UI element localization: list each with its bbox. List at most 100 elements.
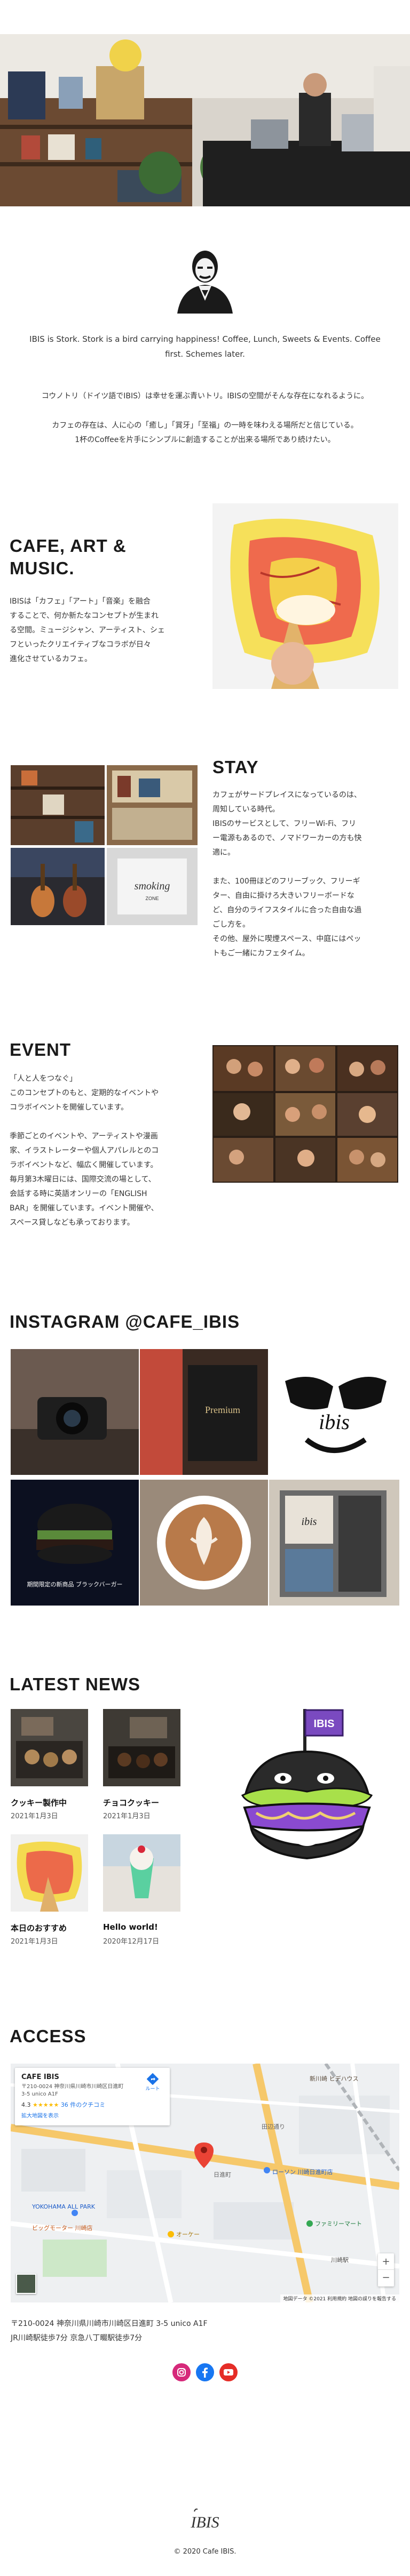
event-line: 季節ごとのイベントや、アーティストや漫画 — [10, 1132, 158, 1141]
map-label: 川崎駅 — [331, 2257, 349, 2264]
intro-english-text: IBIS is Stork. Stork is a bird carrying … — [29, 334, 381, 359]
event-line: 毎月第3木曜日には、国際交流の場として、 — [10, 1175, 156, 1184]
google-map-embed[interactable]: 新川崎 ヒデハウス 田辺通り 日進町 ローソン 川崎日進町店 YOKOHAMA … — [11, 2064, 399, 2302]
stay-line: カフェがサードプレイスになっているのは、 — [212, 791, 361, 799]
instagram-tile-6[interactable]: ibis — [269, 1480, 399, 1606]
map-place-address: 〒210-0024 神奈川県川崎市川崎区日進町 3-5 unico A1F — [21, 2084, 124, 2097]
stay-line: ど、自分のライフスタイルに合った自由な過 — [212, 906, 362, 914]
event-line: スペース貸しなども承っております。 — [10, 1218, 135, 1227]
coffee-bag-photo-icon: Premium — [140, 1349, 268, 1475]
stay-line: IBISのサービスとして、フリーWi-Fi、フリ — [212, 820, 357, 828]
directions-icon — [147, 2073, 159, 2085]
stay-line: ター、自由に掛けろ大きいフリーボードな — [212, 892, 354, 900]
ibis-logo-art-icon: ibis — [269, 1349, 399, 1475]
map-place-card: CAFE IBIS 〒210-0024 神奈川県川崎市川崎区日進町 3-5 un… — [15, 2068, 170, 2125]
news-heading: LATEST NEWS — [10, 1674, 141, 1694]
crepe-photo — [212, 503, 398, 689]
event-heading: EVENT — [10, 1040, 72, 1060]
cafe-art-line: IBISは「カフェ」「アート」「音楽」を融合 — [10, 597, 151, 606]
instagram-tile-5[interactable] — [140, 1480, 268, 1606]
event-line: 会話する時に英語オンリーの「ENGLISH — [10, 1190, 147, 1198]
intro-japanese-line-3: 1杯のCoffeeを片手にシンプルに創造することが出来る場所であり続けたい。 — [75, 436, 335, 444]
instagram-tile-4-caption: 期間限定の新商品 ブラックバーガー — [27, 1580, 123, 1588]
news-title-2[interactable]: チョコクッキー — [103, 1797, 159, 1808]
youtube-link[interactable] — [219, 2363, 238, 2381]
youtube-icon — [224, 2369, 233, 2376]
map-reviews-link[interactable]: 36 件のクチコミ — [61, 2101, 106, 2108]
burger-mascot-illustration: IBIS — [235, 1704, 379, 1874]
stay-line: トもご一緒にカフェタイム。 — [212, 949, 310, 958]
map-label: オーケー — [176, 2231, 200, 2238]
svg-text:smoking: smoking — [135, 880, 170, 892]
news-thumb-4[interactable] — [103, 1834, 180, 1912]
instagram-tile-3[interactable]: ibis — [269, 1349, 399, 1475]
facebook-icon — [202, 2368, 208, 2378]
instagram-tile-2-caption: Premium — [205, 1405, 240, 1415]
instagram-tile-1[interactable] — [11, 1349, 139, 1475]
news-thumb-3[interactable] — [11, 1834, 88, 1912]
stay-line: その他、屋外に喫煙スペース、中庭にはペッ — [212, 935, 361, 943]
access-address: 〒210-0024 神奈川県川崎市川崎区日進町 3-5 unico A1F — [11, 2320, 208, 2328]
mascot-portrait-illustration — [171, 245, 239, 314]
cafe-art-heading-line-2: MUSIC. — [10, 558, 75, 578]
stay-photo-smoking-sign: smoking ZONE — [107, 848, 198, 925]
mascot-flag-text: IBIS — [314, 1718, 335, 1730]
news-date-2: 2021年1月3日 — [103, 1812, 151, 1820]
map-directions-label: ルート — [145, 2087, 160, 2092]
event-line — [10, 1115, 202, 1129]
facebook-link[interactable] — [196, 2363, 214, 2381]
event-line: コラボイベントを開催しています。 — [10, 1103, 129, 1112]
footer-logo-text: IBIS — [190, 2514, 219, 2531]
news-date-3: 2021年1月3日 — [11, 1938, 58, 1946]
hero-cafe-photo — [0, 34, 410, 206]
black-burger-photo-icon: 期間限定の新商品 ブラックバーガー — [11, 1480, 139, 1606]
shop-window-photo-icon: ibis — [269, 1480, 399, 1606]
map-zoom-in-button[interactable]: + — [378, 2253, 394, 2270]
instagram-tile-6-caption: ibis — [302, 1516, 317, 1528]
map-label: 田辺通り — [262, 2123, 285, 2130]
access-heading: ACCESS — [10, 2026, 86, 2046]
instagram-tile-3-caption: ibis — [319, 1410, 350, 1434]
event-photo-collage — [212, 1045, 398, 1183]
news-title-1[interactable]: クッキー製作中 — [11, 1797, 67, 1808]
cafe-art-line: る空間。ミュージシャン、アーティスト、シェ — [10, 626, 165, 635]
news-date-1: 2021年1月3日 — [11, 1812, 58, 1820]
map-label: 日進町 — [214, 2171, 231, 2178]
cafe-art-line: 進化させているカフェ。 — [10, 655, 92, 663]
instagram-link[interactable] — [172, 2363, 191, 2381]
event-line: BAR」を開催しています。イベント開催や、 — [10, 1204, 159, 1213]
footer-logo[interactable]: IBIS — [184, 2506, 226, 2533]
news-title-4[interactable]: Hello world! — [103, 1922, 158, 1932]
camera-photo-icon — [11, 1349, 139, 1475]
event-line: 「人と人をつなぐ」 — [10, 1074, 77, 1083]
stay-line: また、100冊ほどのフリーブック、フリーギ — [212, 877, 360, 886]
map-satellite-toggle[interactable] — [16, 2274, 36, 2294]
map-zoom-controls: + − — [378, 2253, 394, 2286]
stay-heading: STAY — [212, 757, 259, 777]
cafe-art-heading-line-1: CAFE, ART & — [10, 536, 127, 556]
news-date-4: 2020年12月17日 — [103, 1938, 160, 1946]
map-zoom-out-button[interactable]: − — [378, 2270, 394, 2286]
instagram-tile-4[interactable]: 期間限定の新商品 ブラックバーガー — [11, 1480, 139, 1606]
map-label: 新川崎 ヒデハウス — [310, 2075, 359, 2082]
map-stars: ★★★★★ — [33, 2101, 59, 2108]
cafe-art-line: フといったクリエイティブなコラボが日々 — [10, 640, 151, 649]
access-directions: JR川崎駅徒歩7分 京急八丁畷駅徒歩7分 — [11, 2334, 143, 2342]
event-paragraph: 「人と人をつなぐ」 このコンセプトのもと、定期的なイベントや コラボイベントを開… — [10, 1072, 202, 1230]
intro-japanese-line-2: カフェの存在は、人に心の「癒し」「賞牙」「至福」の一時を味わえる場所だと信じてい… — [52, 421, 358, 430]
news-title-3[interactable]: 本日のおすすめ — [11, 1922, 67, 1933]
social-links — [172, 2363, 238, 2382]
instagram-tile-2[interactable]: Premium — [140, 1349, 268, 1475]
map-directions-button[interactable]: ルート — [142, 2073, 163, 2092]
stay-line: 周知している時代。 — [212, 805, 280, 814]
map-label: ビッグモーター 川崎店 — [32, 2225, 93, 2232]
footer-copyright: © 2020 Cafe IBIS. — [174, 2548, 236, 2556]
news-thumb-2[interactable] — [103, 1709, 180, 1786]
cafe-art-paragraph: IBISは「カフェ」「アート」「音楽」を融合 することで、何か新たなコンセプトが… — [10, 595, 202, 667]
map-footer-note: 地図データ ©2021 利用規約 地図の誤りを報告する — [280, 2294, 399, 2302]
map-larger-link[interactable]: 拡大地図を表示 — [21, 2111, 163, 2119]
instagram-heading: INSTAGRAM @CAFE_IBIS — [10, 1312, 240, 1331]
news-thumb-1[interactable] — [11, 1709, 88, 1786]
instagram-icon — [177, 2368, 186, 2377]
cafe-art-line: することで、何か新たなコンセプトが生まれ — [10, 612, 159, 620]
